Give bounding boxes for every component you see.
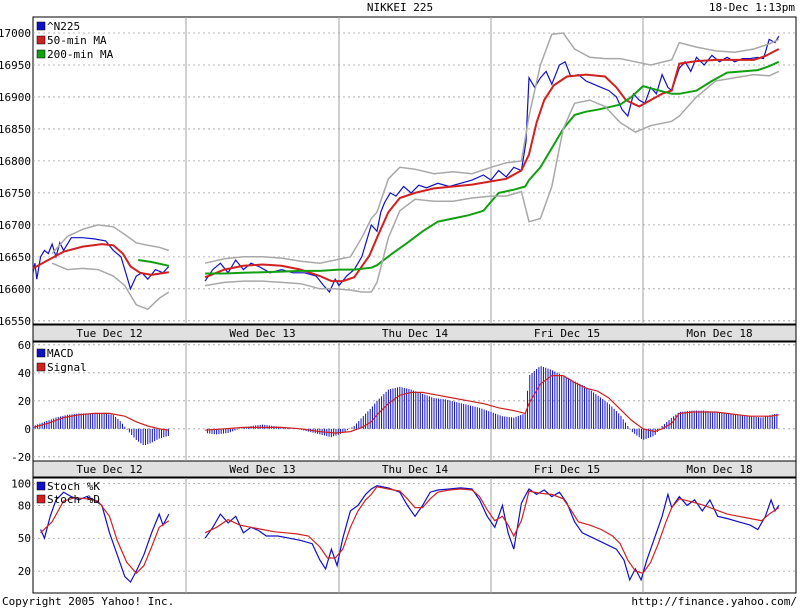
y-tick-label: 16550 <box>0 315 31 328</box>
day-label: Mon Dec 18 <box>686 327 752 340</box>
legend-swatch-signal <box>36 362 46 372</box>
legend-label-ma50: 50-min MA <box>47 34 107 47</box>
y-tick-label: 100 <box>11 477 31 490</box>
day-label: Fri Dec 15 <box>534 463 600 476</box>
legend-label-price: ^N225 <box>47 20 80 33</box>
y-tick-label: 16850 <box>0 123 31 136</box>
legend-swatch-price <box>36 21 46 31</box>
y-tick-label: 40 <box>18 367 31 380</box>
y-tick-label: 20 <box>18 395 31 408</box>
y-tick-label: 50 <box>18 532 31 545</box>
stoch-legend: Stoch %K Stoch %D <box>36 480 100 506</box>
legend-swatch-ma200 <box>36 49 46 59</box>
legend-swatch-stoch-d <box>36 494 46 504</box>
y-tick-label: 16800 <box>0 155 31 168</box>
y-tick-label: 0 <box>24 423 31 436</box>
day-label: Tue Dec 12 <box>76 327 142 340</box>
y-tick-label: 16650 <box>0 251 31 264</box>
day-label: Tue Dec 12 <box>76 463 142 476</box>
source-url[interactable]: http://finance.yahoo.com/ <box>631 595 797 608</box>
y-tick-label: 16950 <box>0 59 31 72</box>
legend-label-ma200: 200-min MA <box>47 48 114 61</box>
legend-swatch-ma50 <box>36 35 46 45</box>
chart-title: NIKKEI 225 <box>367 1 433 14</box>
day-label: Thu Dec 14 <box>382 327 449 340</box>
y-tick-label: 80 <box>18 499 31 512</box>
day-label: Wed Dec 13 <box>229 463 295 476</box>
y-tick-label: 17000 <box>0 27 31 40</box>
y-tick-label: 16600 <box>0 283 31 296</box>
y-tick-label: 16750 <box>0 187 31 200</box>
legend-swatch-stoch-k <box>36 481 46 491</box>
y-tick-label: -20 <box>11 451 31 464</box>
y-tick-label: 16700 <box>0 219 31 232</box>
day-label: Wed Dec 13 <box>229 327 295 340</box>
stock-chart: NIKKEI 225 18-Dec 1:13pm 16550 16600 16650… <box>0 0 800 608</box>
day-label: Mon Dec 18 <box>686 463 752 476</box>
legend-label-signal: Signal <box>47 361 87 374</box>
legend-label-stoch-k: Stoch %K <box>47 480 100 493</box>
legend-swatch-macd <box>36 348 46 358</box>
legend-label-stoch-d: Stoch %D <box>47 493 100 506</box>
y-tick-label: 20 <box>18 565 31 578</box>
day-label: Thu Dec 14 <box>382 463 449 476</box>
legend-label-macd: MACD <box>47 347 74 360</box>
day-label: Fri Dec 15 <box>534 327 600 340</box>
y-tick-label: 60 <box>18 339 31 352</box>
chart-timestamp: 18-Dec 1:13pm <box>709 1 795 14</box>
y-tick-label: 16900 <box>0 91 31 104</box>
copyright-text: Copyright 2005 Yahoo! Inc. <box>2 595 174 608</box>
